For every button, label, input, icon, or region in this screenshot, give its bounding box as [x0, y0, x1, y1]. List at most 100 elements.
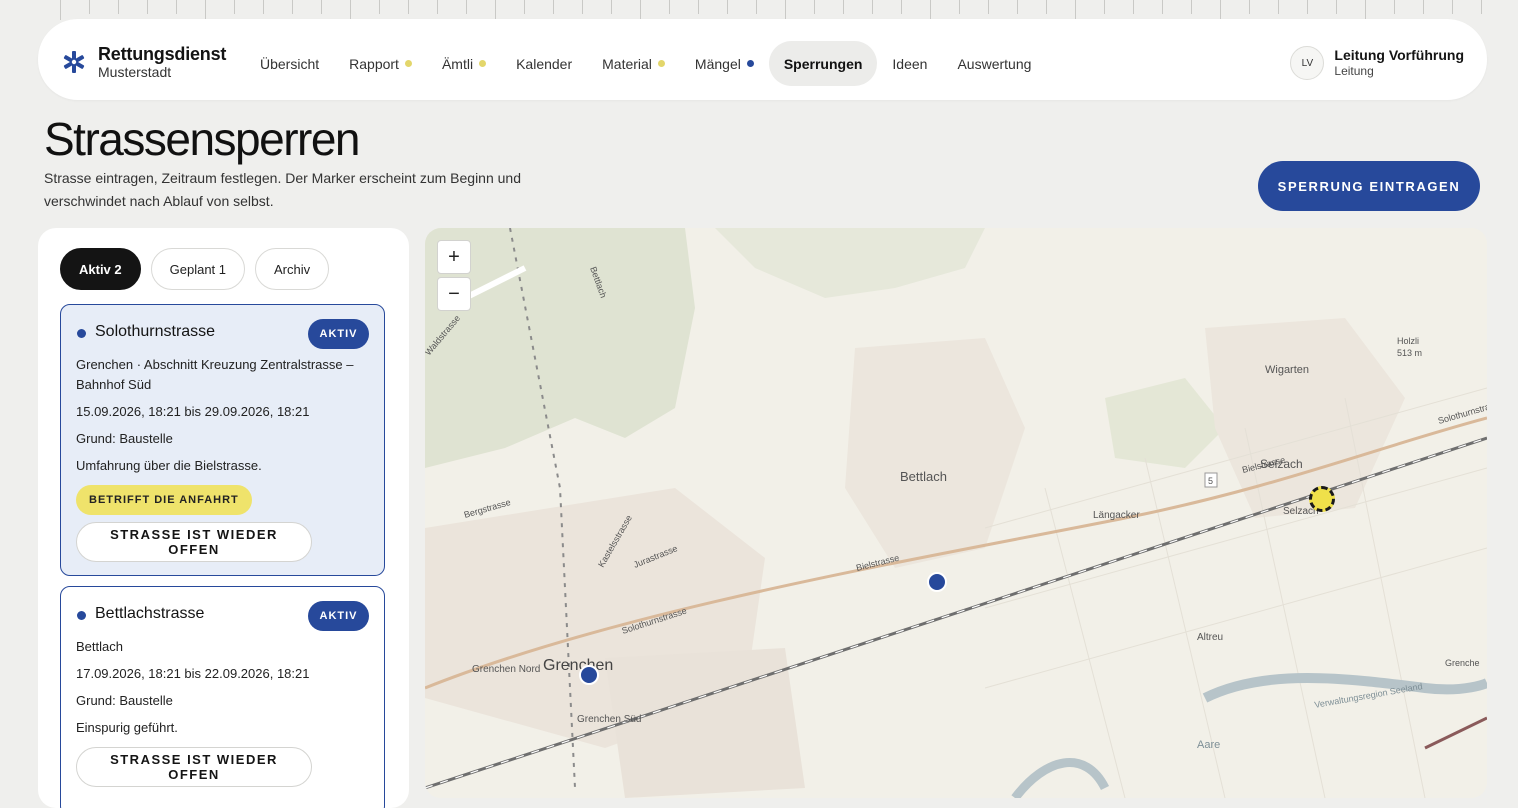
closure-period: 15.09.2026, 18:21 bis 29.09.2026, 18:21: [76, 404, 310, 419]
ruler-tick: [1046, 0, 1047, 14]
ruler-tick: [988, 0, 989, 14]
closure-marker[interactable]: [579, 665, 599, 685]
map-label-place: Wigarten: [1265, 364, 1309, 376]
ruler-tick: [553, 0, 554, 14]
closure-card[interactable]: Solothurnstrasse AKTIV Grenchen · Abschn…: [60, 304, 385, 576]
closure-note: Umfahrung über die Bielstrasse.: [76, 458, 262, 473]
ruler-tick: [727, 0, 728, 14]
nav-label: Sperrungen: [783, 55, 863, 72]
status-badge: AKTIV: [308, 319, 369, 349]
ruler-tick: [611, 0, 612, 14]
ruler-tick: [1220, 0, 1221, 20]
filter-archiv[interactable]: Archiv: [255, 248, 330, 290]
ruler-tick: [176, 0, 177, 14]
ruler-tick: [379, 0, 380, 14]
ruler-tick: [756, 0, 757, 14]
notification-dot: [479, 60, 487, 67]
ruler-tick: [321, 0, 322, 14]
ruler-tick: [843, 0, 844, 14]
ruler-tick: [263, 0, 264, 14]
main-nav: Übersicht Rapport Ämtli Kalender Materia…: [245, 41, 1046, 86]
zoom-out-button[interactable]: −: [437, 277, 471, 311]
nav-item-ideen[interactable]: Ideen: [877, 41, 942, 86]
page-title: Strassensperren: [44, 113, 361, 165]
closure-period: 17.09.2026, 18:21 bis 22.09.2026, 18:21: [76, 666, 310, 681]
ruler-tick: [1336, 0, 1337, 14]
user-role: Leitung: [1334, 63, 1374, 78]
ruler-tick: [1307, 0, 1308, 14]
ruler-tick: [1249, 0, 1250, 14]
ruler-tick: [1075, 0, 1076, 20]
ruler-tick: [1162, 0, 1163, 14]
closure-note: Einspurig geführt.: [76, 720, 178, 735]
filter-geplant[interactable]: Geplant 1: [150, 248, 246, 290]
user-menu[interactable]: LV Leitung Vorführung Leitung: [1290, 46, 1464, 80]
nav-label: Mängel: [694, 55, 741, 72]
ruler-tick: [1017, 0, 1018, 14]
ruler-tick: [350, 0, 351, 20]
page-description: Strasse eintragen, Zeitraum festlegen. D…: [44, 170, 522, 209]
ruler-tick: [437, 0, 438, 14]
nav-item-material[interactable]: Material: [587, 41, 680, 86]
reopen-road-button[interactable]: STRASSE IST WIEDER OFFEN: [76, 747, 312, 787]
brand-subtitle: Musterstadt: [98, 64, 172, 80]
selected-closure-marker[interactable]: [1309, 486, 1335, 512]
ruler-tick: [234, 0, 235, 14]
warning-badge: BETRIFFT DIE ANFAHRT: [76, 485, 252, 515]
map-label-place: Grenchen Süd: [577, 714, 642, 725]
top-header: Rettungsdienst Musterstadt Übersicht Rap…: [38, 19, 1487, 100]
map-label-place: 513 m: [1397, 348, 1422, 358]
route-number: 5: [1208, 476, 1213, 486]
ruler-tick: [1423, 0, 1424, 14]
brand-name: Rettungsdienst: [98, 44, 227, 64]
nav-item-sperrungen[interactable]: Sperrungen: [768, 41, 878, 86]
nav-item-auswertung[interactable]: Auswertung: [942, 41, 1046, 86]
ruler-tick: [205, 0, 206, 20]
closure-card[interactable]: Bettlachstrasse AKTIV Bettlach 17.09.202…: [60, 586, 385, 808]
nav-label: Auswertung: [957, 55, 1032, 72]
map-label-place: Grenchen Nord: [472, 664, 540, 675]
notification-dot: [404, 60, 412, 67]
nav-item-uebersicht[interactable]: Übersicht: [245, 41, 334, 86]
ruler-tick: [60, 0, 61, 20]
map-canvas[interactable]: Bettlach Grenchen Grenchen Nord Grenchen…: [425, 228, 1487, 798]
ruler-tick: [640, 0, 641, 20]
ruler-tick: [408, 0, 409, 14]
nav-label: Kalender: [516, 55, 573, 72]
ruler-tick: [1104, 0, 1105, 14]
nav-item-rapport[interactable]: Rapport: [334, 41, 427, 86]
map-label-place: Altreu: [1197, 632, 1223, 643]
zoom-in-button[interactable]: +: [437, 240, 471, 274]
reopen-road-button[interactable]: STRASSE IST WIEDER OFFEN: [76, 522, 312, 562]
ruler-tick: [959, 0, 960, 14]
avatar: LV: [1290, 46, 1325, 80]
map-label-place: Grenche: [1445, 658, 1480, 668]
status-dot: [77, 329, 86, 338]
status-badge: AKTIV: [308, 601, 369, 631]
notification-dot: [657, 60, 665, 67]
nav-item-maengel[interactable]: Mängel: [680, 41, 769, 86]
nav-item-aemtli[interactable]: Ämtli: [427, 41, 501, 86]
ruler-tick: [147, 0, 148, 14]
ruler-tick: [698, 0, 699, 14]
map-label-place: Grenchen: [543, 657, 613, 674]
nav-label: Rapport: [349, 55, 399, 72]
closure-title: Solothurnstrasse: [95, 323, 216, 340]
brand[interactable]: Rettungsdienst Musterstadt: [62, 45, 226, 79]
map-label-place: Längacker: [1093, 510, 1140, 521]
ruler-tick: [1394, 0, 1395, 14]
ruler-tick: [1365, 0, 1366, 20]
map-view[interactable]: Bettlach Grenchen Grenchen Nord Grenchen…: [425, 228, 1487, 798]
closure-marker[interactable]: [927, 572, 947, 592]
ruler-tick: [785, 0, 786, 20]
nav-item-kalender[interactable]: Kalender: [501, 41, 587, 86]
user-name: Leitung Vorführung: [1334, 47, 1464, 64]
closure-location: Bettlach: [76, 639, 123, 654]
filter-aktiv[interactable]: Aktiv 2: [60, 248, 141, 290]
add-closure-button[interactable]: SPERRUNG EINTRAGEN: [1258, 161, 1480, 211]
nav-label: Material: [602, 55, 652, 72]
notification-dot: [746, 60, 754, 67]
map-label-water: Aare: [1197, 739, 1220, 751]
ruler-tick: [814, 0, 815, 14]
nav-label: Übersicht: [260, 55, 320, 72]
